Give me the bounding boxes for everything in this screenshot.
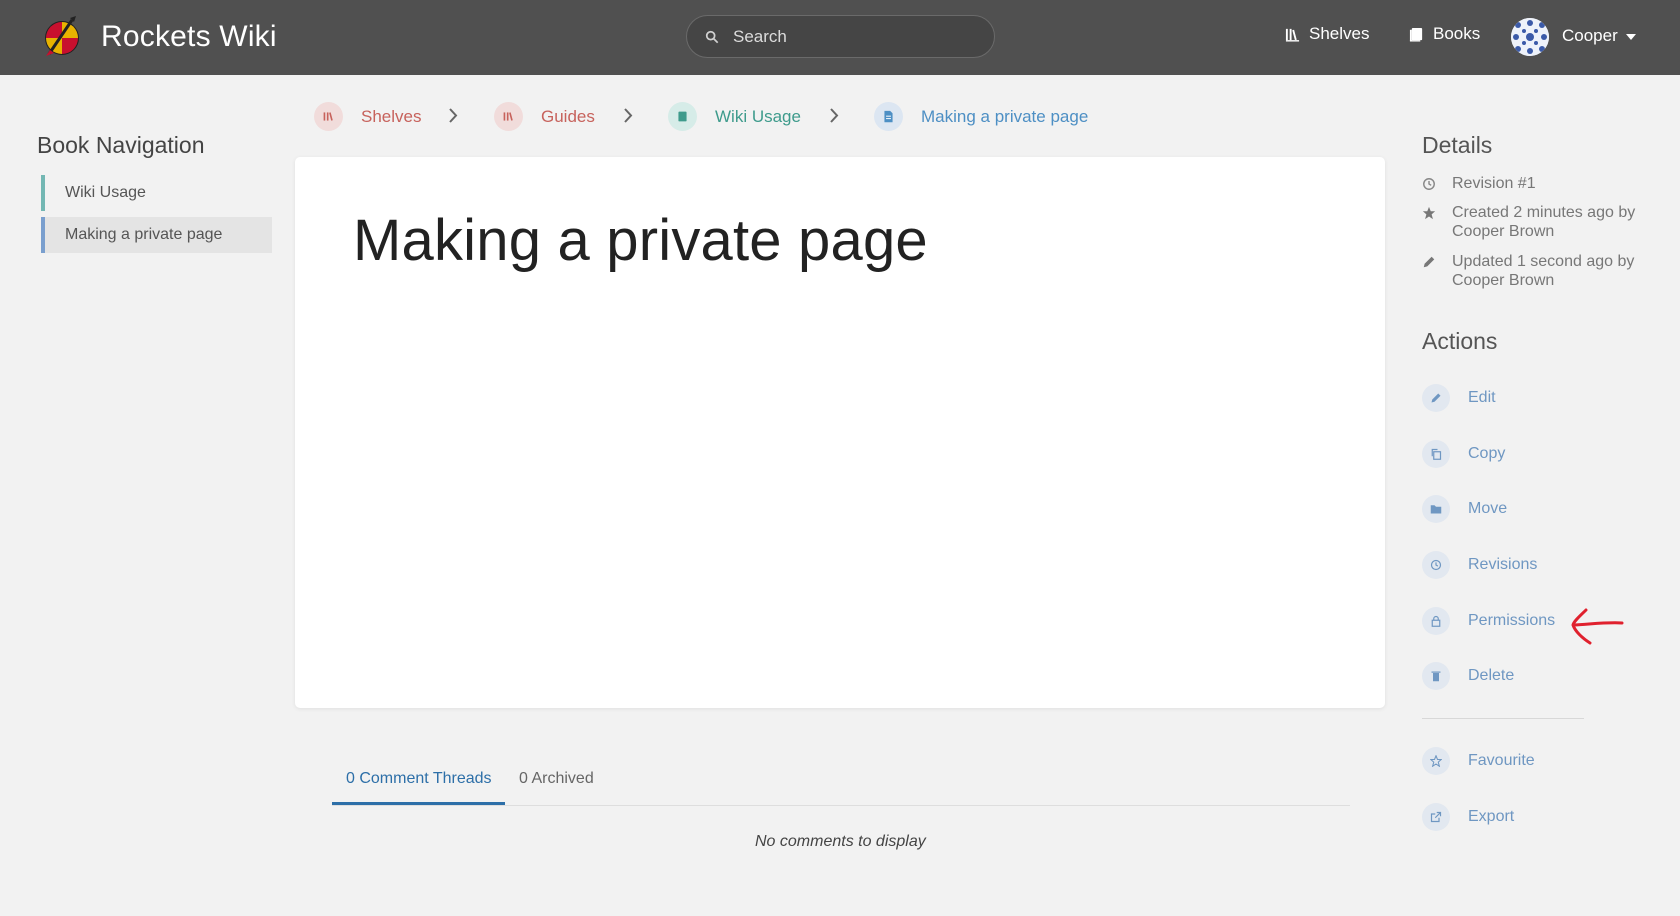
permissions-label: Permissions [1468, 612, 1556, 629]
page-title: Making a private page [353, 208, 928, 273]
move-button[interactable]: Move [1422, 495, 1507, 523]
chevron-right-icon [449, 108, 458, 123]
tabs-divider [332, 805, 1350, 806]
tab-comment-threads[interactable]: 0 Comment Threads [346, 770, 492, 788]
site-logo-icon[interactable] [42, 16, 82, 58]
trash-icon [1422, 662, 1450, 690]
breadcrumb-label: Shelves [361, 106, 422, 126]
tab-archived[interactable]: 0 Archived [519, 770, 594, 788]
copy-icon [1422, 440, 1450, 468]
folder-icon [1422, 495, 1450, 523]
copy-button[interactable]: Copy [1422, 440, 1505, 468]
delete-button[interactable]: Delete [1422, 662, 1514, 690]
book-nav-item-current-page[interactable]: Making a private page [41, 217, 272, 253]
delete-label: Delete [1468, 667, 1515, 684]
move-label: Move [1468, 500, 1508, 517]
book-nav-item-wiki-usage[interactable]: Wiki Usage [41, 175, 272, 211]
annotation-arrow-icon [1571, 608, 1624, 645]
top-header: Rockets Wiki Shelves Books Cooper [0, 0, 1680, 75]
pencil-icon [1423, 256, 1435, 268]
chevron-right-icon [830, 108, 839, 123]
shelves-icon [494, 102, 523, 131]
revisions-label: Revisions [1468, 556, 1538, 573]
page-content-card: Making a private page [295, 157, 1385, 708]
copy-label: Copy [1468, 445, 1506, 462]
export-button[interactable]: Export [1422, 803, 1514, 831]
nav-books-link[interactable]: Books [1409, 24, 1480, 44]
breadcrumb-guides[interactable]: Guides [494, 102, 595, 131]
actions-divider [1422, 718, 1584, 719]
nav-shelves-label: Shelves [1309, 24, 1370, 43]
revision-text: Revision #1 [1452, 175, 1536, 192]
star-icon [1422, 747, 1450, 775]
breadcrumb-label: Wiki Usage [715, 106, 801, 126]
export-icon [1422, 803, 1450, 831]
shelves-icon [1285, 28, 1300, 42]
favourite-label: Favourite [1468, 752, 1535, 769]
search-box[interactable] [686, 15, 995, 58]
favourite-button[interactable]: Favourite [1422, 747, 1535, 775]
history-icon [1423, 178, 1435, 190]
book-icon [668, 102, 697, 131]
edit-button[interactable]: Edit [1422, 384, 1496, 412]
nav-shelves-link[interactable]: Shelves [1285, 24, 1369, 44]
created-info: Created 2 minutes ago by Cooper Brown [1422, 203, 1642, 241]
created-text: Created 2 minutes ago by Cooper Brown [1452, 204, 1636, 240]
site-title[interactable]: Rockets Wiki [101, 20, 277, 54]
permissions-button[interactable]: Permissions [1422, 607, 1555, 635]
page-icon [874, 102, 903, 131]
updated-text: Updated 1 second ago by Cooper Brown [1452, 253, 1635, 289]
revisions-button[interactable]: Revisions [1422, 551, 1537, 579]
pencil-icon [1422, 384, 1450, 412]
updated-info: Updated 1 second ago by Cooper Brown [1422, 252, 1642, 290]
books-icon [1409, 27, 1423, 42]
breadcrumb-label: Guides [541, 106, 595, 126]
chevron-right-icon [624, 108, 633, 123]
user-name[interactable]: Cooper [1562, 26, 1618, 46]
actions-title: Actions [1422, 328, 1498, 354]
no-comments-text: No comments to display [755, 833, 926, 850]
export-label: Export [1468, 808, 1515, 825]
chevron-down-icon[interactable] [1626, 34, 1636, 40]
star-icon [1422, 206, 1436, 220]
breadcrumb-wiki-usage[interactable]: Wiki Usage [668, 102, 801, 131]
shelves-icon [314, 102, 343, 131]
breadcrumb-label: Making a private page [921, 106, 1089, 126]
search-icon [705, 30, 719, 43]
active-tab-indicator [332, 802, 505, 805]
nav-books-label: Books [1433, 24, 1481, 43]
breadcrumb-shelves[interactable]: Shelves [314, 102, 421, 131]
edit-label: Edit [1468, 389, 1496, 406]
search-input[interactable] [733, 26, 953, 47]
book-navigation-title: Book Navigation [37, 132, 205, 158]
user-avatar[interactable] [1511, 18, 1549, 56]
details-title: Details [1422, 132, 1493, 158]
revision-info[interactable]: Revision #1 [1422, 174, 1536, 193]
lock-icon [1422, 607, 1450, 635]
history-icon [1422, 551, 1450, 579]
breadcrumb-current-page[interactable]: Making a private page [874, 102, 1088, 131]
